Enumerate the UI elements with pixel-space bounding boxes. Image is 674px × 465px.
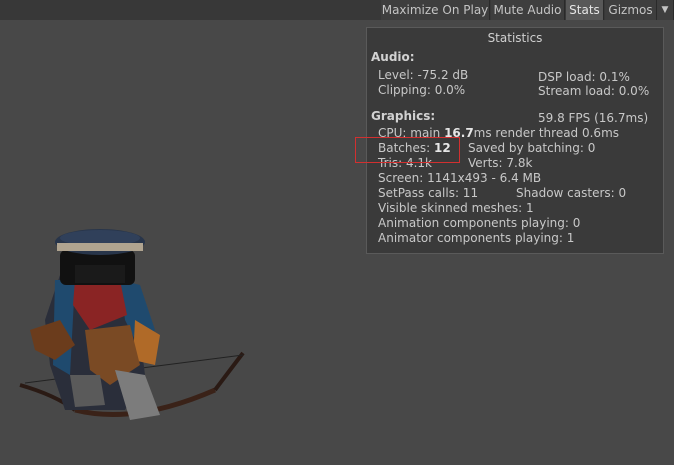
gizmos-button[interactable]: Gizmos xyxy=(605,0,657,20)
visible-skinned-meshes: Visible skinned meshes: 1 xyxy=(378,201,534,215)
audio-clipping: Clipping: 0.0% xyxy=(378,83,466,97)
audio-header: Audio: xyxy=(371,50,415,64)
mute-audio-button[interactable]: Mute Audio xyxy=(491,0,565,20)
gizmos-dropdown-icon[interactable]: ▼ xyxy=(657,0,674,20)
dsp-load: DSP load: 0.1% xyxy=(538,70,630,84)
graphics-header: Graphics: xyxy=(371,109,436,123)
screen-info: Screen: 1141x493 - 6.4 MB xyxy=(378,171,542,185)
verts-count: Verts: 7.8k xyxy=(468,156,533,170)
animation-components: Animation components playing: 0 xyxy=(378,216,581,230)
saved-by-batching: Saved by batching: 0 xyxy=(468,141,596,155)
maximize-on-play-button[interactable]: Maximize On Play xyxy=(381,0,490,20)
audio-level: Level: -75.2 dB xyxy=(378,68,469,82)
setpass-calls: SetPass calls: 11 xyxy=(378,186,479,200)
stream-load: Stream load: 0.0% xyxy=(538,84,650,98)
stats-title: Statistics xyxy=(487,31,543,45)
game-view-toolbar: Maximize On Play Mute Audio Stats Gizmos… xyxy=(0,0,674,20)
shadow-casters: Shadow casters: 0 xyxy=(516,186,627,200)
batches-highlight-box xyxy=(355,137,460,163)
stats-button[interactable]: Stats xyxy=(566,0,604,20)
archer-character-render xyxy=(19,229,245,420)
animator-components: Animator components playing: 1 xyxy=(378,231,575,245)
fps-readout: 59.8 FPS (16.7ms) xyxy=(538,111,649,125)
cpu-suffix: ms render thread 0.6ms xyxy=(473,126,620,140)
